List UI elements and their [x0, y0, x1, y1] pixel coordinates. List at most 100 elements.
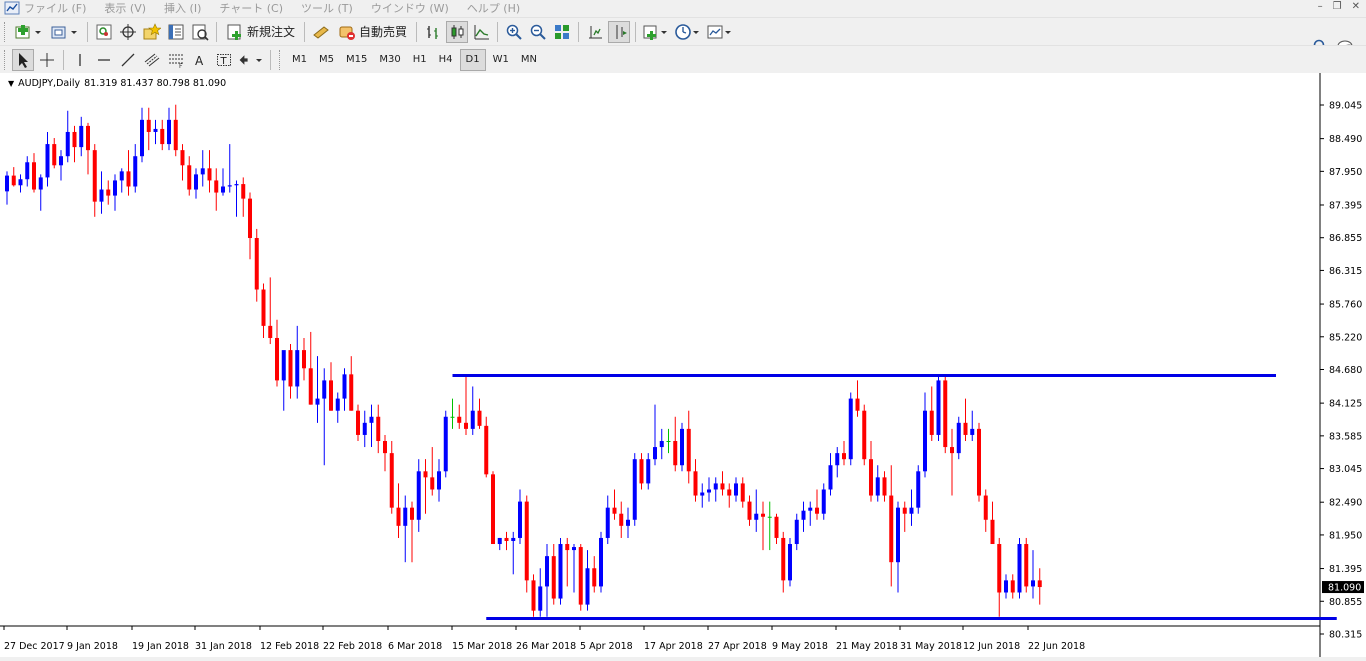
timeframe-m15[interactable]: M15 — [341, 50, 372, 70]
menu-help[interactable]: ヘルプ (H) — [467, 0, 520, 16]
caret-down-icon[interactable]: ▼ — [8, 79, 14, 88]
templates-button[interactable] — [705, 21, 735, 43]
candle-body — [288, 350, 293, 387]
chart-shift-button[interactable] — [584, 21, 606, 43]
candle-body — [761, 513, 765, 517]
navigator-button[interactable] — [141, 21, 163, 43]
periods-button[interactable] — [673, 21, 703, 43]
strategy-tester-button[interactable] — [189, 21, 211, 43]
channel-icon — [144, 53, 160, 66]
candle-body — [754, 513, 759, 520]
app-icon — [4, 1, 20, 15]
zoom-in-button[interactable] — [503, 21, 525, 43]
timeframe-m30[interactable]: M30 — [374, 50, 405, 70]
toolbar-grip[interactable] — [4, 49, 8, 70]
timeframe-h1[interactable]: H1 — [408, 50, 432, 70]
candle-body — [889, 495, 894, 563]
data-window-button[interactable] — [117, 21, 139, 43]
candle-body — [808, 507, 813, 511]
minimize-icon[interactable]: – — [1318, 1, 1323, 12]
candle-body — [430, 477, 435, 490]
new-order-button[interactable]: 新規注文 — [222, 21, 299, 43]
candle — [227, 144, 232, 193]
candle — [180, 144, 185, 181]
bar-chart-button[interactable] — [422, 21, 444, 43]
vertical-line-icon — [79, 53, 81, 66]
candle — [1024, 537, 1029, 593]
candle — [342, 368, 347, 411]
menu-window[interactable]: ウインドウ (W) — [371, 0, 449, 16]
arrows-button[interactable] — [237, 49, 265, 71]
candle-body — [713, 483, 718, 490]
candle-body — [207, 168, 212, 181]
candle-body — [72, 131, 77, 148]
candle-body — [18, 179, 23, 186]
trendline-button[interactable] — [117, 49, 139, 71]
fibonacci-button[interactable]: F — [165, 49, 187, 71]
candle-body — [126, 171, 131, 187]
zoom-out-button[interactable] — [527, 21, 549, 43]
candle — [572, 544, 576, 593]
market-watch-button[interactable] — [93, 21, 115, 43]
menu-chart[interactable]: チャート (C) — [219, 0, 283, 16]
new-chart-button[interactable] — [12, 21, 46, 43]
auto-trading-button[interactable]: 自動売買 — [334, 21, 411, 43]
candle-body — [173, 119, 178, 151]
timeframe-mn[interactable]: MN — [516, 50, 542, 70]
candlestick-button[interactable] — [446, 20, 469, 43]
toolbar-grip[interactable] — [4, 21, 8, 42]
candle-body — [200, 168, 205, 175]
vertical-line-button[interactable] — [69, 49, 91, 71]
horizontal-line-button[interactable] — [93, 49, 115, 71]
candle — [403, 495, 408, 563]
candle — [686, 410, 691, 484]
candle — [990, 501, 995, 545]
svg-text:T: T — [220, 56, 228, 67]
candle-body — [639, 459, 644, 484]
menu-tools[interactable]: ツール (T) — [301, 0, 353, 16]
timeframe-d1[interactable]: D1 — [459, 48, 486, 71]
timeframe-m1[interactable]: M1 — [287, 50, 312, 70]
candle — [369, 404, 374, 448]
candle — [801, 501, 806, 532]
standard-toolbar: 新規注文 自動売買 — [0, 17, 1366, 54]
crosshair-tool-button[interactable] — [36, 49, 58, 71]
timeframe-h4[interactable]: H4 — [434, 50, 458, 70]
candle — [437, 459, 441, 502]
ohlc-readout: 81.319 81.437 80.798 81.090 — [84, 78, 227, 89]
line-chart-button[interactable] — [470, 21, 492, 43]
toolbar-grip[interactable] — [279, 49, 283, 70]
profiles-button[interactable] — [48, 21, 82, 43]
candle — [680, 422, 684, 472]
candle — [349, 356, 354, 411]
candle-body — [369, 416, 374, 423]
arrows-icon — [239, 54, 262, 65]
candle — [254, 228, 259, 302]
menu-insert[interactable]: 挿入 (I) — [164, 0, 201, 16]
indicators-button[interactable] — [641, 21, 671, 43]
metaeditor-button[interactable] — [310, 21, 332, 43]
chart-window[interactable]: ▼ AUDJPY,Daily 81.319 81.437 80.798 81.0… — [0, 73, 1366, 657]
restore-icon[interactable]: ❐ — [1333, 1, 1342, 12]
candle — [383, 434, 387, 472]
price-chart[interactable]: 89.045 88.490 87.950 87.395 86.855 86.315 85.7… — [0, 73, 1366, 657]
timeframe-w1[interactable]: W1 — [488, 50, 514, 70]
close-icon[interactable]: ✕ — [1352, 1, 1360, 12]
menu-file[interactable]: ファイル (F) — [24, 0, 86, 16]
tile-windows-button[interactable] — [551, 21, 573, 43]
candle-body — [52, 144, 57, 166]
text-tool-button[interactable]: A — [189, 49, 211, 71]
chart-shift-icon — [589, 25, 603, 38]
menu-view[interactable]: 表示 (V) — [104, 0, 146, 16]
auto-scroll-button[interactable] — [608, 20, 631, 43]
candle — [5, 171, 9, 205]
terminal-button[interactable] — [165, 21, 187, 43]
candle-body — [518, 501, 522, 538]
candle — [599, 531, 603, 593]
equidistant-channel-button[interactable] — [141, 49, 163, 71]
text-label-button[interactable]: T — [213, 49, 235, 71]
timeframe-m5[interactable]: M5 — [314, 50, 339, 70]
candle-body — [423, 471, 428, 478]
candle — [774, 513, 779, 545]
cursor-tool-button[interactable] — [12, 48, 34, 71]
